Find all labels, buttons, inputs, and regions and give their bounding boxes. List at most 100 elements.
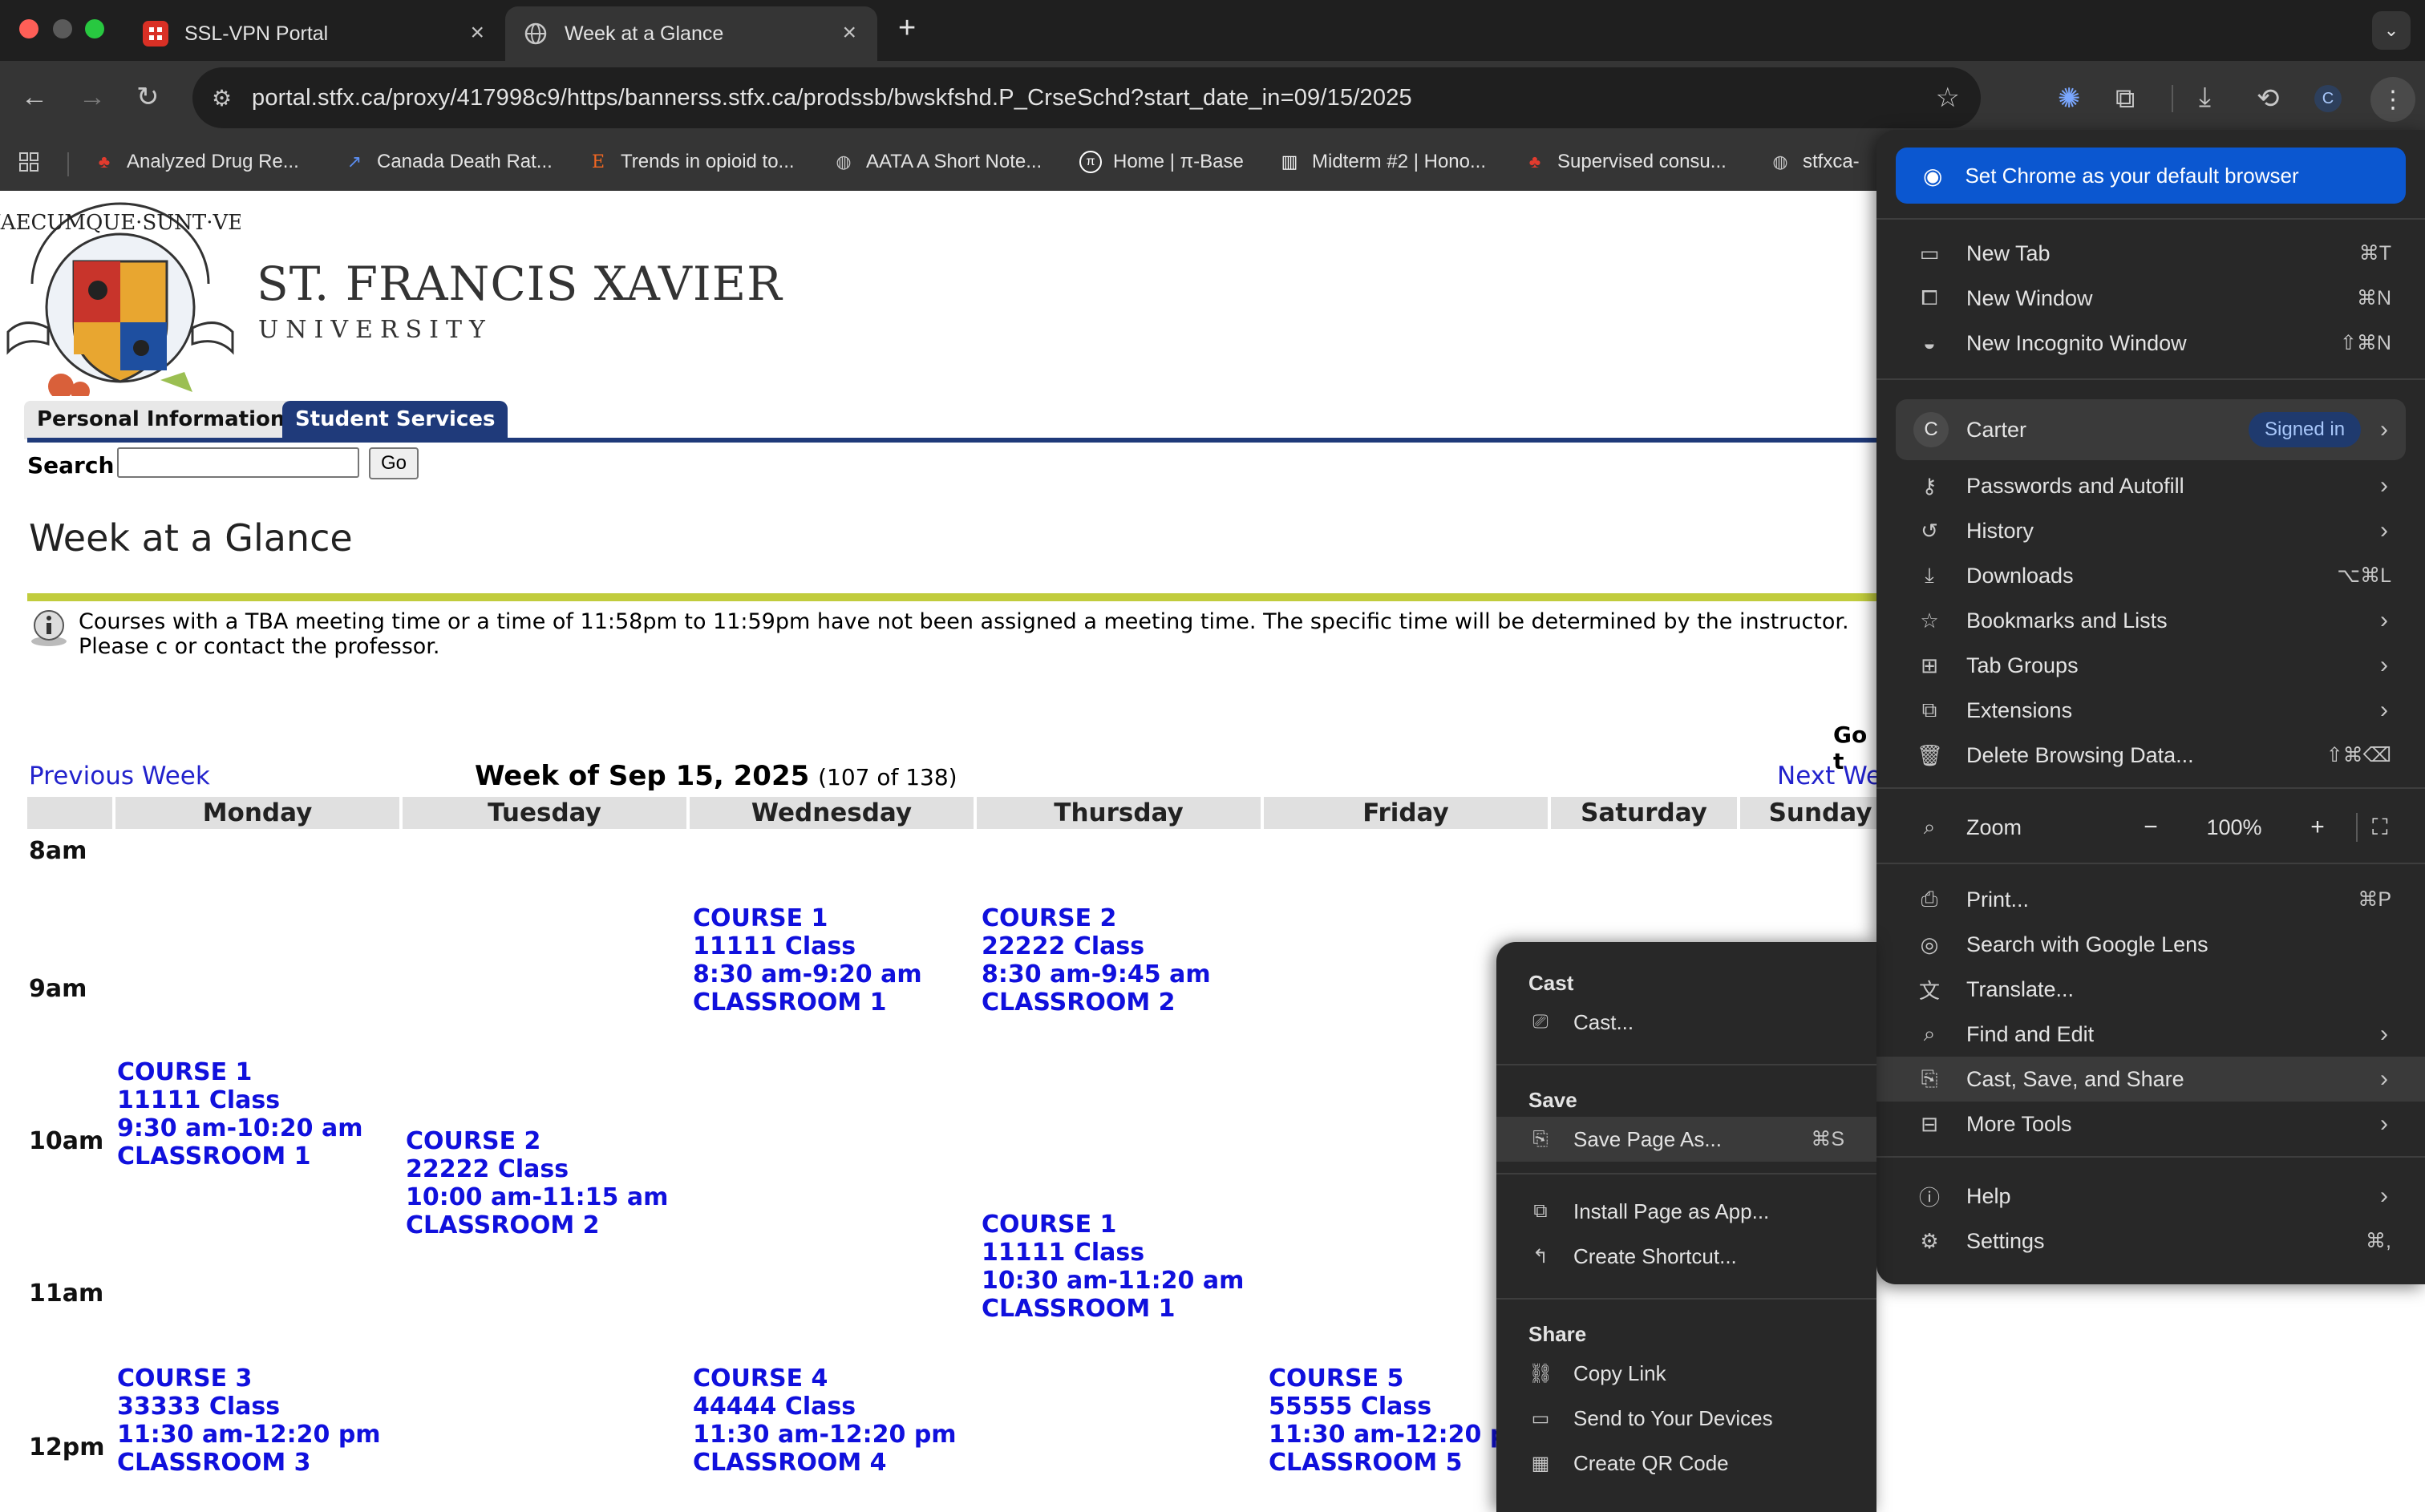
menu-item-cast-save-share[interactable]: ⎘ Cast, Save, and Share › [1876, 1057, 2425, 1102]
course-block[interactable]: COURSE 2 22222 Class 8:30 am-9:45 am CLASSR… [982, 904, 1211, 1017]
course-block[interactable]: COURSE 4 44444 Class 11:30 am-12:20 pm CLAS… [693, 1364, 957, 1477]
course-room: CLASSROOM 1 [117, 1142, 311, 1170]
course-block[interactable]: COURSE 1 11111 Class 10:30 am-11:20 am CLAS… [982, 1211, 1244, 1323]
chrome-logo-icon: ◉ [1923, 163, 1943, 188]
submenu-item-install-app[interactable]: ⧉ Install Page as App... [1496, 1189, 1876, 1234]
menu-item-downloads[interactable]: ⤓ Downloads ⌥⌘L [1876, 553, 2425, 598]
puzzle-extensions-icon[interactable]: ⧉ [2115, 85, 2135, 112]
set-default-browser-button[interactable]: ◉ Set Chrome as your default browser [1896, 148, 2406, 204]
reload-icon[interactable]: ↻ [136, 83, 160, 111]
new-tab-plus-icon[interactable]: + [898, 13, 916, 43]
submenu-divider [1496, 1298, 1876, 1300]
tab-student-services[interactable]: Student Services [282, 401, 508, 439]
search-input[interactable] [117, 447, 359, 478]
find-icon: ⌕ [1923, 1021, 1936, 1045]
course-class: 55555 Class [1269, 1393, 1432, 1421]
bookmark-item[interactable]: π Home | π-Base [1079, 151, 1244, 173]
menu-item-google-lens[interactable]: ◎ Search with Google Lens [1876, 922, 2425, 967]
tab-search-chevron-icon[interactable]: ⌄ [2372, 11, 2411, 50]
week-heading: Week of Sep 15, 2025 (107 of 138) [475, 760, 957, 792]
menu-item-incognito[interactable]: ◒ New Incognito Window ⇧⌘N [1876, 321, 2425, 366]
chevron-right-icon: › [2380, 517, 2388, 544]
menu-item-help[interactable]: ⓘ Help › [1876, 1174, 2425, 1219]
menu-item-settings[interactable]: ⚙ Settings ⌘, [1876, 1219, 2425, 1263]
submenu-divider [1496, 1173, 1876, 1174]
download-icon[interactable]: ⤓ [2199, 83, 2211, 111]
menu-item-new-tab[interactable]: ▭ New Tab ⌘T [1876, 231, 2425, 276]
course-block[interactable]: COURSE 5 55555 Class 11:30 am-12:20 p CLASS… [1269, 1364, 1507, 1477]
translate-icon: 文 [1918, 978, 1940, 1003]
tab-week-at-a-glance[interactable]: Week at a Glance × [505, 6, 877, 61]
submenu-item-copy-link[interactable]: ⛓ Copy Link [1496, 1351, 1876, 1396]
menu-item-tab-groups[interactable]: ⊞ Tab Groups › [1876, 643, 2425, 688]
zoom-in-button[interactable]: + [2298, 814, 2337, 841]
course-block[interactable]: COURSE 1 11111 Class 9:30 am-10:20 am CLASS… [117, 1058, 362, 1170]
menu-item-bookmarks[interactable]: ☆ Bookmarks and Lists › [1876, 598, 2425, 643]
menu-item-delete-data[interactable]: 🗑 Delete Browsing Data... ⇧⌘⌫ [1876, 733, 2425, 778]
tab-title: Week at a Glance [565, 22, 724, 45]
go-button[interactable]: Go [369, 447, 419, 479]
profile-avatar[interactable]: C [2314, 85, 2342, 112]
pi-icon: π [1079, 151, 1102, 173]
course-room: CLASSROOM 1 [982, 1295, 1176, 1323]
tab-personal-information[interactable]: Personal Information [24, 401, 298, 439]
next-week-link[interactable]: Next We [1777, 762, 1876, 790]
course-block[interactable]: COURSE 1 11111 Class 8:30 am-9:20 am CLASSR… [693, 904, 922, 1017]
close-window-button[interactable] [19, 19, 38, 38]
submenu-header-share: Share [1528, 1322, 1587, 1346]
course-block[interactable]: COURSE 3 33333 Class 11:30 am-12:20 pm CLAS… [117, 1364, 381, 1477]
zoom-window-button[interactable] [85, 19, 104, 38]
menu-item-find-edit[interactable]: ⌕ Find and Edit › [1876, 1012, 2425, 1057]
submenu-item-save-page[interactable]: ⎘ Save Page As... ⌘S [1496, 1117, 1876, 1162]
bars-logo-icon: ▥ [1281, 152, 1298, 172]
previous-week-link[interactable]: Previous Week [29, 762, 210, 790]
menu-item-more-tools[interactable]: ⊟ More Tools › [1876, 1102, 2425, 1146]
menu-item-extensions[interactable]: ⧉ Extensions › [1876, 688, 2425, 733]
submenu-item-send-devices[interactable]: ▭ Send to Your Devices [1496, 1396, 1876, 1441]
nav-underline [27, 438, 1876, 443]
trash-icon: 🗑 [1917, 742, 1944, 767]
magnifier-icon: ⌕ [1923, 815, 1936, 839]
close-icon[interactable]: × [842, 21, 856, 45]
menu-item-translate[interactable]: 文 Translate... [1876, 967, 2425, 1012]
bookmark-item[interactable]: ◍ stfxca- [1769, 151, 1859, 173]
back-arrow-icon[interactable]: ← [21, 83, 48, 111]
chevron-right-icon: › [2380, 1183, 2388, 1209]
submenu-item-create-shortcut[interactable]: ↰ Create Shortcut... [1496, 1234, 1876, 1279]
day-header-friday: Friday [1264, 797, 1548, 829]
kebab-menu-icon[interactable]: ⋮ [2370, 77, 2415, 122]
course-time: 11:30 am-12:20 pm [117, 1421, 381, 1449]
apps-grid-icon[interactable] [18, 151, 40, 173]
university-name: ST. FRANCIS XAVIER [257, 257, 783, 311]
bookmark-item[interactable]: ◍ AATA A Short Note... [832, 151, 1042, 173]
bookmark-item[interactable]: ♣ Supervised consu... [1524, 151, 1727, 173]
submenu-item-qr-code[interactable]: ▦ Create QR Code [1496, 1441, 1876, 1486]
menu-item-new-window[interactable]: ⧠ New Window ⌘N [1876, 276, 2425, 321]
bookmark-item[interactable]: ♣ Analyzed Drug Re... [93, 151, 299, 173]
course-block[interactable]: COURSE 2 22222 Class 10:00 am-11:15 am CLAS… [406, 1127, 668, 1239]
menu-item-passwords[interactable]: ⚷ Passwords and Autofill › [1876, 463, 2425, 508]
menu-item-history[interactable]: ↺ History › [1876, 508, 2425, 553]
profile-row[interactable]: C Carter Signed in › [1896, 399, 2406, 460]
extension-icon[interactable]: ✺ [2058, 85, 2081, 112]
address-bar[interactable]: ⚙ portal.stfx.ca/proxy/417998c9/https/ba… [192, 67, 1981, 128]
menu-item-print[interactable]: ⎙ Print... ⌘P [1876, 877, 2425, 922]
day-header-sunday: Sunday [1740, 797, 1876, 829]
site-info-icon[interactable]: ⚙ [212, 85, 232, 111]
tab-ssl-vpn[interactable]: SSL-VPN Portal × [120, 6, 505, 61]
fullscreen-icon[interactable]: ⛶ [2372, 815, 2388, 841]
performance-icon[interactable]: ⟲ [2257, 85, 2280, 112]
star-bookmark-icon[interactable]: ☆ [1936, 82, 1960, 114]
bookmark-item[interactable]: ↗ Canada Death Rat... [343, 151, 553, 173]
menu-divider [1876, 378, 2425, 380]
minimize-window-button[interactable] [53, 19, 72, 38]
bookmark-item[interactable]: E Trends in opioid to... [587, 151, 795, 173]
devices-icon: ▭ [1531, 1407, 1550, 1429]
close-icon[interactable]: × [470, 21, 484, 45]
day-header-wednesday: Wednesday [690, 797, 974, 829]
profile-avatar: C [1913, 412, 1949, 447]
forward-arrow-icon[interactable]: → [79, 83, 106, 111]
zoom-out-button[interactable]: − [2131, 814, 2170, 841]
submenu-item-cast[interactable]: ⎚ Cast... [1496, 1000, 1876, 1045]
bookmark-item[interactable]: ▥ Midterm #2 | Hono... [1278, 151, 1486, 173]
